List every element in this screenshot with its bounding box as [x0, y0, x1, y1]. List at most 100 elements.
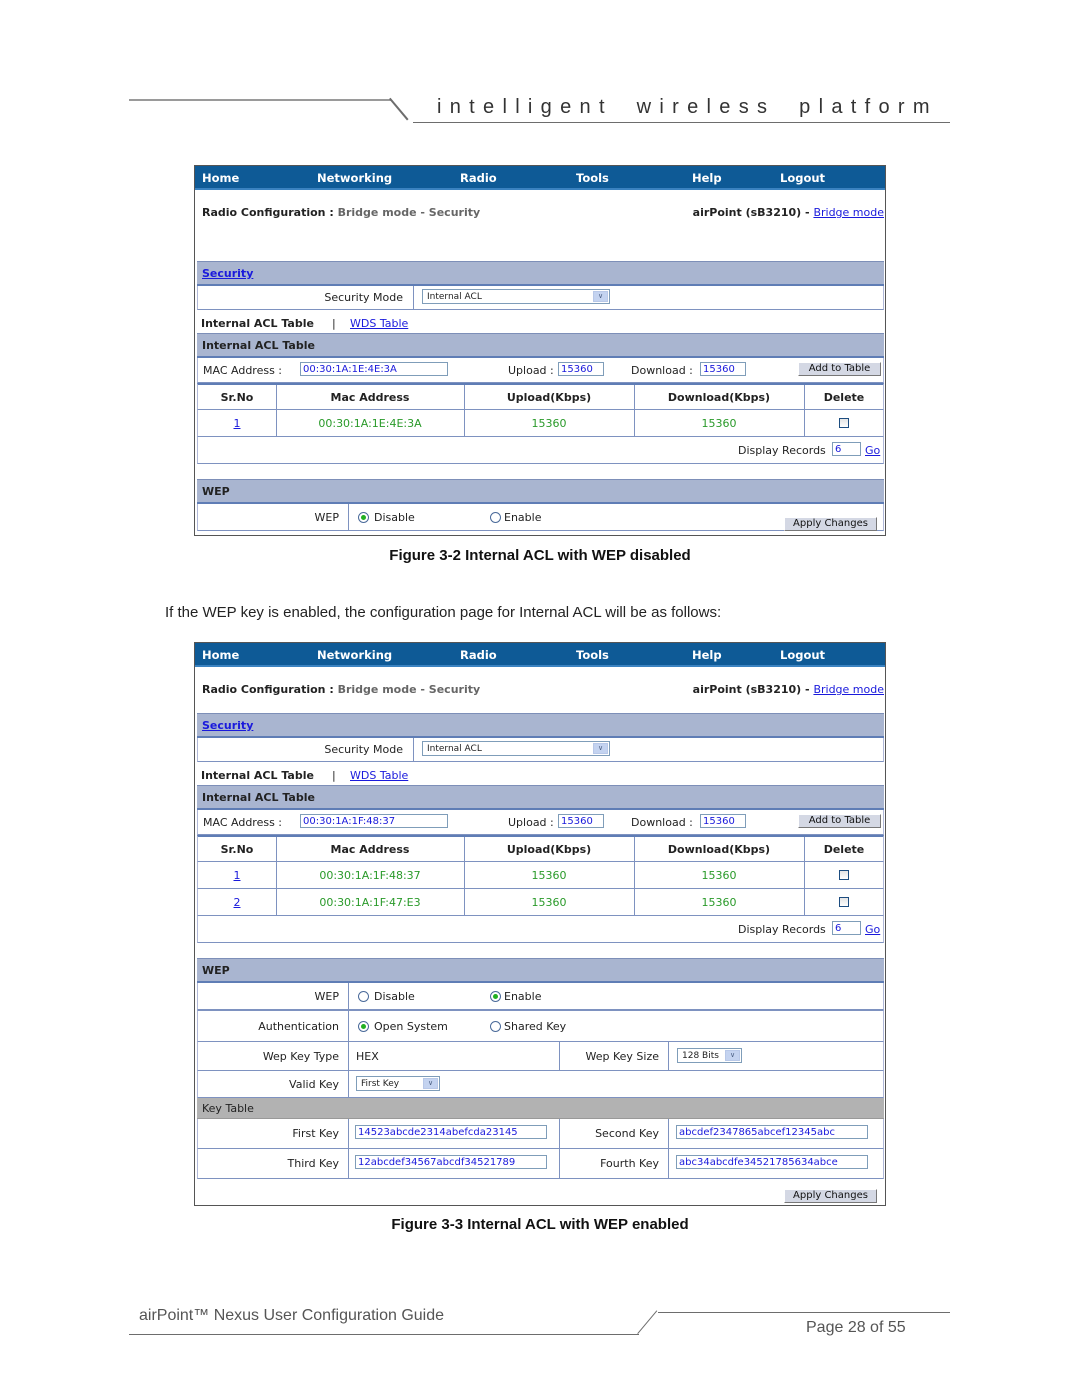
- figure-caption-3-3: Figure 3-3 Internal ACL with WEP enabled: [391, 1216, 689, 1233]
- header-tagline: intelligent wireless platform: [437, 96, 938, 118]
- third-key-input[interactable]: 12abcdef34567abcdf34521789: [355, 1155, 547, 1169]
- security-mode-row: Security Mode Internal ACL ∨: [197, 286, 884, 310]
- display-records-input[interactable]: 6: [832, 921, 861, 935]
- tab-internal-acl[interactable]: Internal ACL Table: [201, 317, 314, 330]
- wep-section-title: WEP: [202, 964, 230, 977]
- nav-help[interactable]: Help: [692, 648, 722, 662]
- tab-internal-acl[interactable]: Internal ACL Table: [201, 769, 314, 782]
- add-to-table-button[interactable]: Add to Table: [798, 814, 881, 828]
- table-row: 1 00:30:1A:1E:4E:3A 15360 15360: [197, 410, 884, 437]
- auth-shared-key-radio[interactable]: [490, 1021, 501, 1032]
- nav-home[interactable]: Home: [202, 171, 239, 185]
- row-srno-link[interactable]: 1: [198, 417, 276, 430]
- wep-enable-label: Enable: [504, 990, 542, 1003]
- col-download: Download(Kbps): [667, 391, 771, 404]
- tab-wds-table[interactable]: WDS Table: [350, 769, 408, 782]
- footer-rule-slant: [637, 1310, 658, 1334]
- first-key-label: First Key: [292, 1127, 339, 1140]
- auth-open-system-label: Open System: [374, 1020, 448, 1033]
- header-rule-slant: [389, 97, 409, 121]
- display-records-input[interactable]: 6: [832, 442, 861, 456]
- top-nav: Home Networking Radio Tools Help Logout: [195, 643, 885, 667]
- key-table-title: Key Table: [202, 1102, 254, 1115]
- nav-radio[interactable]: Radio: [460, 171, 497, 185]
- fourth-key-label: Fourth Key: [600, 1157, 659, 1170]
- wep-enable-radio[interactable]: [490, 512, 501, 523]
- apply-changes-button[interactable]: Apply Changes: [784, 1189, 877, 1203]
- security-section-header: Security: [197, 713, 884, 738]
- second-key-input[interactable]: abcdef2347865abcef12345abc: [676, 1125, 868, 1139]
- nav-tools[interactable]: Tools: [576, 648, 609, 662]
- mac-address-input[interactable]: 00:30:1A:1F:48:37: [300, 814, 448, 828]
- go-link[interactable]: Go: [865, 444, 880, 457]
- download-input[interactable]: 15360: [700, 362, 746, 376]
- screenshot-wep-disabled: Home Networking Radio Tools Help Logout …: [194, 165, 886, 536]
- security-mode-row: Security Mode Internal ACL ∨: [197, 738, 884, 762]
- auth-open-system-radio[interactable]: [358, 1021, 369, 1032]
- nav-home[interactable]: Home: [202, 648, 239, 662]
- security-link[interactable]: Security: [202, 719, 253, 732]
- row-delete-checkbox[interactable]: [839, 870, 849, 880]
- tab-separator: |: [332, 769, 336, 782]
- row-srno-link[interactable]: 2: [198, 896, 276, 909]
- authentication-row: Authentication Open System Shared Key: [197, 1010, 884, 1042]
- display-records-label: Display Records: [738, 444, 826, 457]
- nav-logout[interactable]: Logout: [780, 171, 825, 185]
- mac-address-input[interactable]: 00:30:1A:1E:4E:3A: [300, 362, 448, 376]
- row-download: 15360: [701, 896, 737, 909]
- security-mode-select[interactable]: Internal ACL ∨: [422, 741, 610, 756]
- wep-toggle-row: WEP Disable Enable: [197, 983, 884, 1010]
- row-delete-checkbox[interactable]: [839, 897, 849, 907]
- valid-key-select[interactable]: First Key ∨: [356, 1076, 440, 1091]
- nav-help[interactable]: Help: [692, 171, 722, 185]
- security-mode-value: Internal ACL: [427, 292, 482, 302]
- upload-label: Upload :: [508, 816, 554, 829]
- valid-key-label: Valid Key: [289, 1078, 339, 1091]
- bridge-mode-link[interactable]: Bridge mode: [813, 206, 884, 219]
- security-mode-select[interactable]: Internal ACL ∨: [422, 289, 610, 304]
- nav-tools[interactable]: Tools: [576, 171, 609, 185]
- wep-enable-radio[interactable]: [490, 991, 501, 1002]
- nav-networking[interactable]: Networking: [317, 171, 392, 185]
- footer-rule-left: [129, 1334, 639, 1335]
- wep-disable-radio[interactable]: [358, 991, 369, 1002]
- nav-radio[interactable]: Radio: [460, 648, 497, 662]
- bridge-mode-link[interactable]: Bridge mode: [813, 683, 884, 696]
- go-link[interactable]: Go: [865, 923, 880, 936]
- upload-input[interactable]: 15360: [558, 362, 604, 376]
- download-input[interactable]: 15360: [700, 814, 746, 828]
- mac-address-label: MAC Address :: [203, 364, 283, 377]
- mac-address-label: MAC Address :: [203, 816, 283, 829]
- row-upload: 15360: [531, 417, 567, 430]
- nav-networking[interactable]: Networking: [317, 648, 392, 662]
- fourth-key-input[interactable]: abc34abcdfe34521785634abce: [676, 1155, 868, 1169]
- breadcrumb-label: Radio Configuration :: [202, 683, 334, 696]
- table-tabs: Internal ACL Table | WDS Table: [195, 310, 885, 333]
- wep-key-size-select[interactable]: 128 Bits ∨: [677, 1048, 742, 1063]
- first-key-input[interactable]: 14523abcde2314abefcda23145: [355, 1125, 547, 1139]
- col-upload: Upload(Kbps): [506, 843, 592, 856]
- apply-changes-button[interactable]: Apply Changes: [784, 517, 877, 531]
- tab-wds-table[interactable]: WDS Table: [350, 317, 408, 330]
- nav-logout[interactable]: Logout: [780, 648, 825, 662]
- acl-add-row: MAC Address : 00:30:1A:1F:48:37 Upload :…: [197, 810, 884, 835]
- acl-add-row: MAC Address : 00:30:1A:1E:4E:3A Upload :…: [197, 358, 884, 383]
- chevron-down-icon: ∨: [725, 1050, 740, 1061]
- header-rule-right: [413, 122, 950, 123]
- wep-section-header: WEP: [197, 479, 884, 504]
- upload-input[interactable]: 15360: [558, 814, 604, 828]
- security-link[interactable]: Security: [202, 267, 253, 280]
- acl-section-header: Internal ACL Table: [197, 333, 884, 358]
- acl-table-header: Sr.No Mac Address Upload(Kbps) Download(…: [197, 835, 884, 862]
- breadcrumb-path: Bridge mode - Security: [337, 206, 481, 219]
- row-delete-checkbox[interactable]: [839, 418, 849, 428]
- auth-shared-key-label: Shared Key: [504, 1020, 567, 1033]
- security-mode-value: Internal ACL: [427, 744, 482, 754]
- wep-disable-radio[interactable]: [358, 512, 369, 523]
- chevron-down-icon: ∨: [593, 291, 608, 302]
- row-srno-link[interactable]: 1: [198, 869, 276, 882]
- wep-toggle-row: WEP Disable Enable: [197, 504, 884, 531]
- add-to-table-button[interactable]: Add to Table: [798, 362, 881, 376]
- footer-page-number: Page 28 of 55: [806, 1319, 906, 1336]
- security-mode-label: Security Mode: [324, 743, 403, 756]
